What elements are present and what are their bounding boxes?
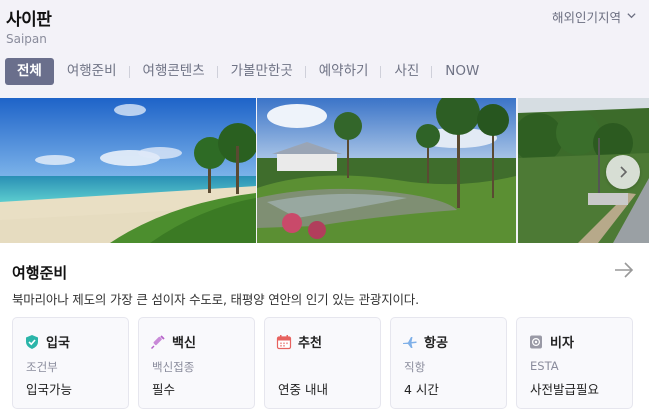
card-entry[interactable]: 입국 조건부 입국가능 [12, 317, 129, 409]
syringe-icon [150, 334, 166, 350]
arrow-right-icon[interactable] [613, 261, 635, 279]
page-header: 사이판 Saipan 해외인기지역 전체 여행준비 여행콘텐츠 가볼만한곳 예약… [0, 0, 649, 98]
tab-travel-content[interactable]: 여행콘텐츠 [130, 58, 218, 85]
page-title: 사이판 [6, 10, 52, 30]
shield-check-icon [24, 334, 40, 350]
calendar-icon [276, 334, 292, 350]
tab-bar: 전체 여행준비 여행콘텐츠 가볼만한곳 예약하기 사진 NOW [5, 58, 492, 85]
card-value: 4 시간 [404, 382, 439, 397]
tab-photos[interactable]: 사진 [381, 58, 433, 85]
carousel-next-button[interactable] [606, 155, 640, 189]
page-subtitle: Saipan [6, 32, 47, 46]
photo-carousel [0, 98, 649, 243]
tab-places[interactable]: 가볼만한곳 [218, 58, 306, 85]
info-card-list: 입국 조건부 입국가능 백신 백신접종 필수 추천 연중 내내 항공 직항 4 … [12, 317, 633, 409]
travel-prep-section: 여행준비 북마리아나 제도의 가장 큰 섬이자 수도로, 태평양 연안의 인기 … [0, 243, 649, 418]
region-dropdown-label: 해외인기지역 [551, 10, 621, 25]
card-value: 입국가능 [26, 382, 73, 397]
card-label: 비자 [550, 336, 574, 351]
tab-booking[interactable]: 예약하기 [306, 58, 382, 85]
card-label: 입국 [46, 336, 70, 351]
tab-now[interactable]: NOW [432, 58, 492, 85]
card-visa[interactable]: 비자 ESTA 사전발급필요 [516, 317, 633, 409]
card-vaccine[interactable]: 백신 백신접종 필수 [138, 317, 255, 409]
card-value: 연중 내내 [278, 382, 328, 397]
card-sub: 직항 [404, 360, 426, 374]
tab-travel-prep[interactable]: 여행준비 [54, 58, 130, 85]
card-label: 추천 [298, 336, 322, 351]
visa-icon [528, 334, 544, 350]
region-dropdown[interactable]: 해외인기지역 [552, 7, 637, 26]
card-sub: ESTA [530, 359, 559, 373]
card-recommend[interactable]: 추천 연중 내내 [264, 317, 381, 409]
chevron-right-icon [620, 166, 628, 178]
card-value: 필수 [152, 382, 176, 397]
photo-resort[interactable] [257, 98, 516, 243]
chevron-down-icon [626, 9, 637, 24]
card-flight[interactable]: 항공 직항 4 시간 [390, 317, 507, 409]
airplane-icon [402, 334, 418, 350]
section-title: 여행준비 [12, 264, 68, 282]
card-label: 백신 [172, 336, 196, 351]
card-sub: 조건부 [26, 360, 58, 374]
photo-beach[interactable] [0, 98, 256, 243]
card-sub: 백신접종 [152, 360, 195, 374]
section-description: 북마리아나 제도의 가장 큰 섬이자 수도로, 태평양 연안의 인기 있는 관광… [12, 292, 419, 307]
card-label: 항공 [424, 336, 448, 351]
tab-all[interactable]: 전체 [5, 58, 54, 85]
card-value: 사전발급필요 [530, 382, 600, 397]
